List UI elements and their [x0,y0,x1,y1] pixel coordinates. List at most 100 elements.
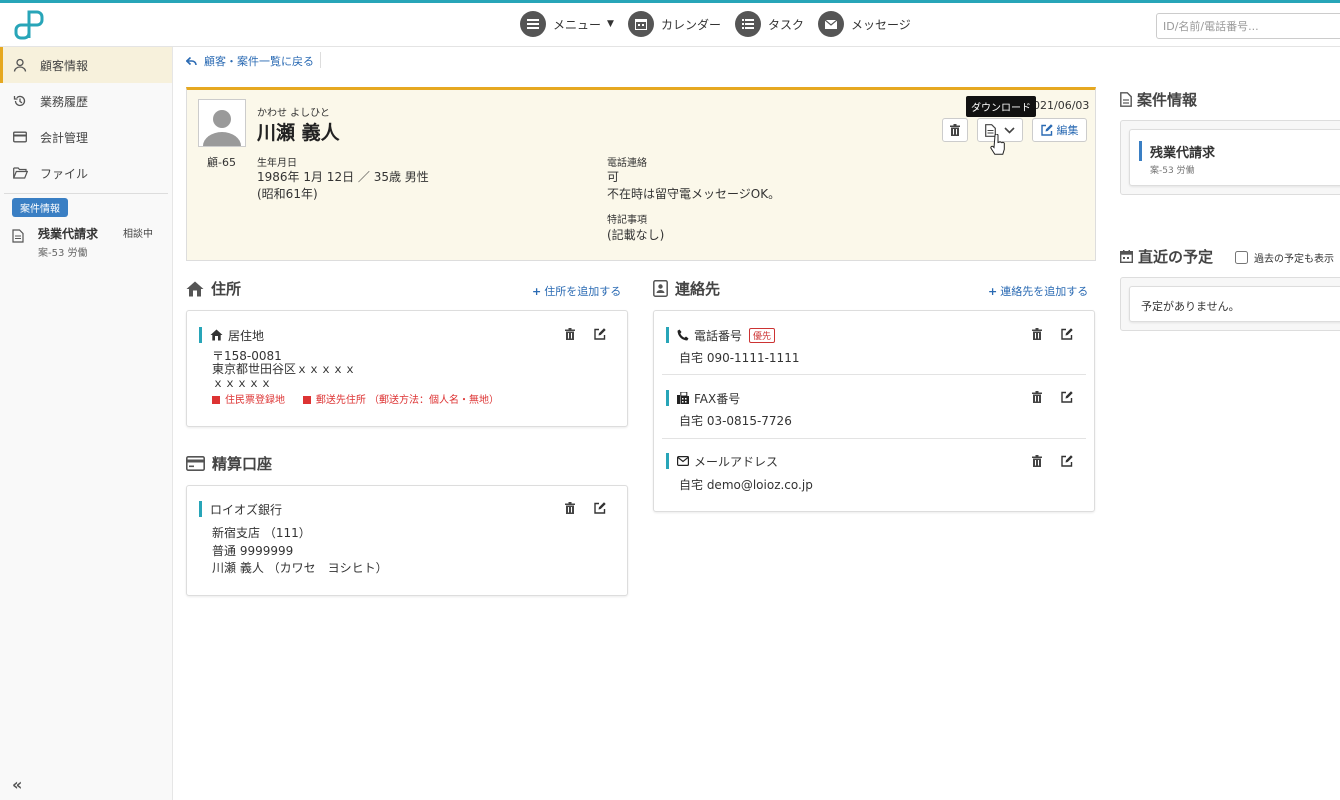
hand-cursor-icon [990,134,1005,155]
collapse-sidebar-icon[interactable]: « [12,775,22,794]
nav-message-label: メッセージ [850,17,911,32]
past-schedule-label: 過去の予定も表示 [1254,254,1334,265]
sidebar-item-accounting[interactable]: 会計管理 [0,119,172,155]
edit-address-button[interactable] [593,327,607,341]
back-link-label: 顧客・案件一覧に戻る [204,55,314,68]
contact-item-title: FAX番号 [666,390,740,406]
home-icon [210,329,223,341]
task-list-icon [734,11,761,37]
edit-fax-button[interactable] [1060,390,1074,404]
add-contact-label: 連絡先を追加する [1000,285,1089,298]
sidebar-item-history[interactable]: 業務履歴 [0,83,172,119]
customer-profile-card: 顧-65 かわせ よしひと 川瀬 義人 生年月日 1986年 1月 12日 ／ … [186,87,1096,261]
nav-message[interactable]: メッセージ [817,11,911,37]
contact-title-label: 連絡先 [675,280,721,298]
sidebar-item-label: 業務履歴 [40,94,89,109]
download-tooltip: ダウンロード [966,96,1036,117]
contact-fax-label: FAX番号 [694,391,741,406]
customer-kana: かわせ よしひと [257,108,330,119]
sidebar-item-files[interactable]: ファイル [0,155,172,191]
edit-button-label: 編集 [1056,124,1079,137]
past-schedule-toggle[interactable]: 過去の予定も表示 [1235,250,1334,265]
past-schedule-checkbox[interactable] [1235,251,1248,264]
nav-calendar[interactable]: カレンダー [627,11,721,37]
delete-phone-button[interactable] [1030,327,1044,341]
bank-card-title: ロイオズ銀行 [199,501,282,517]
calendar-icon [627,11,654,37]
edit-icon [1040,124,1053,136]
address-section-title: 住所 [186,278,241,299]
delete-customer-button[interactable] [942,118,968,142]
address-title-label: 住所 [211,280,242,298]
case-card-title: 残業代請求 [1150,146,1216,161]
bank-section-title: 精算口座 [186,453,272,474]
envelope-icon [677,456,689,466]
notes-label: 特記事項 [607,215,647,226]
bank-account: 普通 9999999 [212,544,294,558]
address-card: 居住地 〒158-0081 東京都世田谷区ｘｘｘｘｘ ｘｘｘｘｘ 住民票登録地 … [186,310,628,427]
add-address-link[interactable]: + 住所を追加する [532,283,621,299]
trash-icon [950,124,960,136]
schedule-title: 直近の予定 [1120,246,1213,267]
edit-phone-button[interactable] [1060,327,1074,341]
delete-address-button[interactable] [563,327,577,341]
phone-contact-value: 可 [607,170,620,184]
chevron-down-icon: ▼ [607,19,614,29]
notes-value: (記載なし) [607,228,665,242]
case-card[interactable]: 残業代請求 案-53 労働 [1129,129,1340,186]
delete-bank-button[interactable] [563,501,577,515]
header: メニュー ▼ カレンダー タスク メッセージ [0,3,1340,47]
customer-id: 顧-65 [207,156,236,169]
sidebar-item-customer[interactable]: 顧客情報 [0,47,172,83]
card-icon [12,129,28,145]
app-logo[interactable] [12,8,46,42]
delete-fax-button[interactable] [1030,390,1044,404]
back-arrow-icon [186,56,197,66]
edit-email-button[interactable] [1060,454,1074,468]
contact-item-title: メールアドレス [666,453,778,469]
fax-icon [677,392,689,404]
customer-name: 川瀬 義人 [257,122,340,144]
trash-icon [565,502,575,514]
tag-mailing: 郵送先住所 （郵送方法：個人名・無地） [315,395,500,406]
search-input[interactable] [1156,13,1340,39]
card-icon [186,456,205,471]
edit-icon [1061,455,1073,467]
document-icon [1120,92,1132,107]
birth-era: (昭和61年) [257,187,318,201]
chevron-down-icon [1004,126,1015,134]
avatar [198,99,246,147]
edit-bank-button[interactable] [593,501,607,515]
case-panel: 残業代請求 案-53 労働 [1120,120,1340,195]
case-info-title-label: 案件情報 [1137,91,1198,109]
folder-icon [12,165,28,181]
back-link[interactable]: 顧客・案件一覧に戻る [186,53,314,69]
divider [662,374,1086,375]
trash-icon [1032,391,1042,403]
schedule-empty-card: 予定がありません。 [1129,286,1340,322]
breadcrumb-separator [320,52,321,68]
add-contact-link[interactable]: + 連絡先を追加する [988,283,1088,299]
edit-customer-button[interactable]: 編集 [1032,118,1087,142]
history-icon [12,93,28,109]
sidebar-item-label: 顧客情報 [40,58,89,73]
trash-icon [565,328,575,340]
case-card-accent [1139,141,1142,161]
nav-menu[interactable]: メニュー ▼ [520,11,614,37]
case-info-title: 案件情報 [1120,89,1197,110]
residence-label: 居住地 [228,328,265,343]
edit-icon [594,328,606,340]
edit-icon [594,502,606,514]
tag-registered: 住民票登録地 [225,395,285,406]
contact-email-label: メールアドレス [694,454,779,469]
main-nav: メニュー ▼ カレンダー タスク メッセージ [520,11,925,37]
sidebar-case-item[interactable]: 残業代請求 案-53 労働 相談中 [0,217,172,259]
delete-email-button[interactable] [1030,454,1044,468]
menu-icon [520,11,546,37]
home-icon [186,281,204,297]
nav-task[interactable]: タスク [734,11,804,37]
bank-holder: 川瀬 義人 （カワセ ヨシヒト） [212,561,388,575]
plus-icon: + [988,285,998,298]
sidebar-case-title: 残業代請求 [38,227,99,241]
trash-icon [1032,455,1042,467]
